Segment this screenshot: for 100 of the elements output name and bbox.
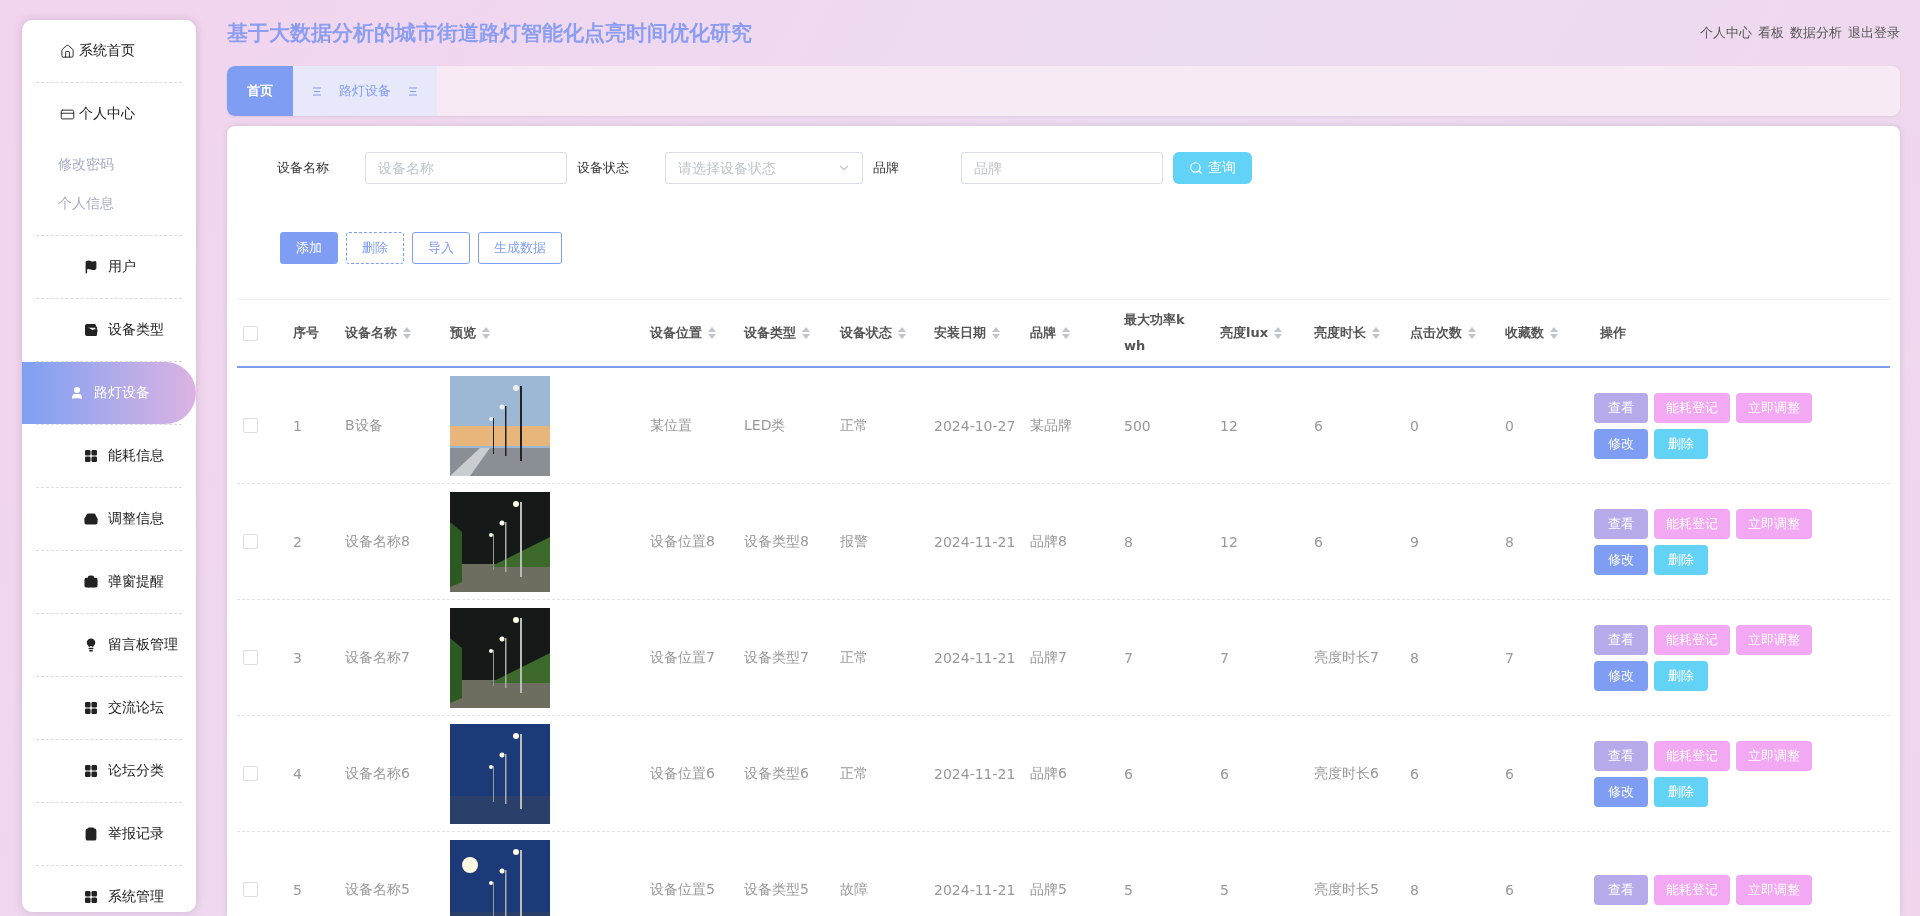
grid-icon — [84, 764, 98, 778]
action-button[interactable]: 立即调整 — [1736, 740, 1812, 771]
action-button[interactable]: 修改 — [1594, 776, 1648, 807]
action-button[interactable]: 查看 — [1594, 392, 1648, 423]
table-cell: 亮度时长5 — [1314, 880, 1379, 897]
action-button[interactable]: 修改 — [1594, 428, 1648, 459]
sort-icon[interactable] — [708, 327, 716, 339]
header-link[interactable]: 退出登录 — [1848, 24, 1900, 42]
search-button[interactable]: 查询 — [1173, 152, 1252, 184]
toolbar-button[interactable]: 添加 — [280, 232, 338, 264]
input-field[interactable]: 设备名称 — [365, 152, 567, 184]
column-header: 点击次数 — [1410, 324, 1462, 342]
table-cell: 设备位置8 — [650, 532, 715, 549]
toolbar-button[interactable]: 生成数据 — [478, 232, 562, 264]
input-field[interactable]: 品牌 — [961, 152, 1163, 184]
sort-icon[interactable] — [992, 327, 1000, 339]
sidebar-item[interactable]: 系统管理 — [36, 866, 182, 912]
table-cell: 9 — [1410, 533, 1419, 550]
checkbox[interactable] — [243, 418, 258, 433]
sidebar-item[interactable]: 举报记录 — [36, 803, 182, 865]
action-button[interactable]: 查看 — [1594, 740, 1648, 771]
action-button[interactable]: 查看 — [1594, 508, 1648, 539]
column-header: 亮度时长 — [1314, 324, 1366, 342]
action-button[interactable]: 删除 — [1654, 428, 1708, 459]
table-cell: 0 — [1505, 417, 1514, 434]
table-cell: 8 — [1410, 881, 1419, 898]
table-cell: 8 — [1410, 649, 1419, 666]
action-button[interactable]: 立即调整 — [1736, 508, 1812, 539]
table-cell: 2024-11-21 — [934, 765, 1016, 782]
sort-icon[interactable] — [1550, 327, 1558, 339]
checkbox[interactable] — [243, 325, 258, 341]
action-button[interactable]: 立即调整 — [1736, 874, 1812, 905]
tab[interactable]: 路灯设备 — [293, 66, 437, 116]
column-header: 设备状态 — [840, 324, 892, 342]
action-button[interactable]: 能耗登记 — [1654, 740, 1730, 771]
sort-icon[interactable] — [802, 327, 810, 339]
action-button[interactable]: 修改 — [1594, 660, 1648, 691]
action-button[interactable]: 删除 — [1654, 660, 1708, 691]
action-button[interactable]: 能耗登记 — [1654, 874, 1730, 905]
filter-label: 设备名称 — [277, 159, 330, 177]
sort-icon[interactable] — [1372, 327, 1380, 339]
sort-icon[interactable] — [482, 327, 490, 339]
table-cell: 某位置 — [650, 416, 692, 433]
menu-icon — [313, 86, 321, 96]
action-button[interactable]: 立即调整 — [1736, 392, 1812, 423]
sort-icon[interactable] — [898, 327, 906, 339]
header-link[interactable]: 数据分析 — [1790, 24, 1842, 42]
sidebar-item[interactable]: 系统首页 — [36, 20, 182, 82]
sort-icon[interactable] — [403, 327, 411, 339]
table-cell: 设备名称7 — [345, 648, 410, 665]
action-button[interactable]: 能耗登记 — [1654, 392, 1730, 423]
sidebar-subitem[interactable]: 修改密码 — [36, 145, 182, 184]
sidebar-item[interactable]: 弹窗提醒 — [36, 551, 182, 613]
sort-icon[interactable] — [1062, 327, 1070, 339]
sidebar-item[interactable]: 用户 — [36, 236, 182, 298]
table-cell: 设备位置7 — [650, 648, 715, 665]
sort-icon[interactable] — [1274, 327, 1283, 339]
sidebar-item[interactable]: 交流论坛 — [36, 677, 182, 739]
action-button[interactable]: 修改 — [1594, 544, 1648, 575]
toolbar-button[interactable]: 删除 — [346, 232, 404, 264]
table-cell: 7 — [1505, 649, 1514, 666]
briefcase-icon — [84, 575, 98, 589]
sidebar-item[interactable]: 个人中心 — [36, 83, 182, 145]
sidebar-item[interactable]: 能耗信息 — [36, 425, 182, 487]
toolbar-button[interactable]: 导入 — [412, 232, 470, 264]
sort-icon[interactable] — [1468, 327, 1476, 339]
action-button[interactable]: 能耗登记 — [1654, 624, 1730, 655]
action-button[interactable]: 能耗登记 — [1654, 508, 1730, 539]
column-header: 设备位置 — [650, 324, 702, 342]
sidebar-item[interactable]: 论坛分类 — [36, 740, 182, 802]
home-icon — [60, 43, 75, 59]
checkbox[interactable] — [243, 766, 258, 781]
header-link[interactable]: 看板 — [1758, 24, 1784, 42]
sidebar-item[interactable]: 路灯设备 — [22, 362, 196, 424]
table-cell: 亮度时长7 — [1314, 648, 1379, 665]
select-field[interactable]: 请选择设备状态 — [665, 152, 863, 184]
action-button[interactable]: 删除 — [1654, 544, 1708, 575]
sidebar-item[interactable]: 调整信息 — [36, 488, 182, 550]
table-cell: 设备位置6 — [650, 764, 715, 781]
table-cell: 1 — [293, 417, 302, 434]
checkbox[interactable] — [243, 882, 258, 897]
sidebar-subitem[interactable]: 个人信息 — [36, 184, 182, 223]
checkbox[interactable] — [243, 534, 258, 549]
table-cell: 5 — [1124, 881, 1133, 898]
header-link[interactable]: 个人中心 — [1700, 24, 1752, 42]
action-button[interactable]: 立即调整 — [1736, 624, 1812, 655]
table-cell: 正常 — [840, 416, 868, 433]
column-header: 安装日期 — [934, 324, 986, 342]
sidebar-item[interactable]: 设备类型 — [36, 299, 182, 361]
sidebar-item[interactable]: 留言板管理 — [36, 614, 182, 676]
tab[interactable]: 首页 — [227, 66, 293, 116]
action-button[interactable]: 查看 — [1594, 624, 1648, 655]
column-header: 预览 — [450, 324, 476, 342]
action-button[interactable]: 删除 — [1654, 776, 1708, 807]
table-cell: 6 — [1220, 765, 1229, 782]
table-cell: 设备名称5 — [345, 880, 410, 897]
action-button[interactable]: 查看 — [1594, 874, 1648, 905]
table-cell: 5 — [293, 881, 302, 898]
filter-label: 品牌 — [873, 159, 900, 177]
checkbox[interactable] — [243, 650, 258, 665]
